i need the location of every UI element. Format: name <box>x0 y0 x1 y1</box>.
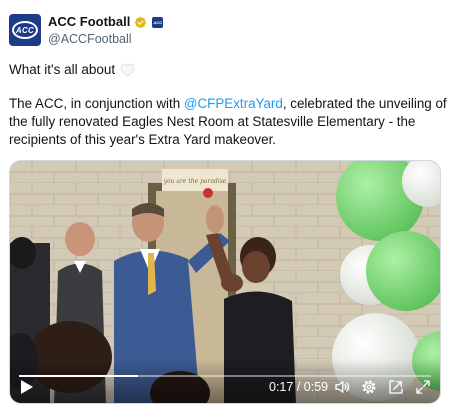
video-time: 0:17 / 0:59 <box>269 380 328 394</box>
white-heart-icon <box>120 63 135 77</box>
tweet-text-line1: What it's all about <box>9 61 135 79</box>
duration: 0:59 <box>303 380 329 394</box>
time-separator: / <box>293 380 304 394</box>
tweet-body: The ACC, in conjunction with @CFPExtraYa… <box>9 95 449 149</box>
video-player[interactable]: you are the paradise 0:17 / 0:59 <box>9 160 441 404</box>
avatar-logo-text: ACC <box>15 25 35 35</box>
wall-sign-text: you are the paradise <box>163 178 227 185</box>
tweet-text-line1-content: What it's all about <box>9 62 116 77</box>
gold-check-icon[interactable] <box>134 16 147 29</box>
settings-icon[interactable] <box>360 378 378 396</box>
tweet-header: ACC ACC Football ACC @ACCFootball <box>9 14 164 47</box>
fullscreen-icon[interactable] <box>414 378 432 396</box>
author-handle[interactable]: @ACCFootball <box>48 31 163 47</box>
mention-link[interactable]: @CFPExtraYard <box>184 96 283 111</box>
current-time: 0:17 <box>269 380 294 394</box>
affiliation-badge-text: ACC <box>153 19 163 25</box>
video-control-row: 0:17 / 0:59 <box>10 377 440 397</box>
display-name[interactable]: ACC Football <box>48 14 130 30</box>
picture-in-picture-icon[interactable] <box>387 378 405 396</box>
video-controls: 0:17 / 0:59 <box>10 359 440 403</box>
author-name-row: ACC Football ACC <box>48 14 164 30</box>
acc-logo: ACC <box>12 21 38 39</box>
play-icon[interactable] <box>20 379 34 395</box>
tweet-body-pre: The ACC, in conjunction with <box>9 96 184 111</box>
avatar[interactable]: ACC <box>9 14 41 46</box>
affiliation-badge[interactable]: ACC <box>152 16 164 28</box>
volume-icon[interactable] <box>333 378 351 396</box>
author-names: ACC Football ACC @ACCFootball <box>48 14 164 47</box>
